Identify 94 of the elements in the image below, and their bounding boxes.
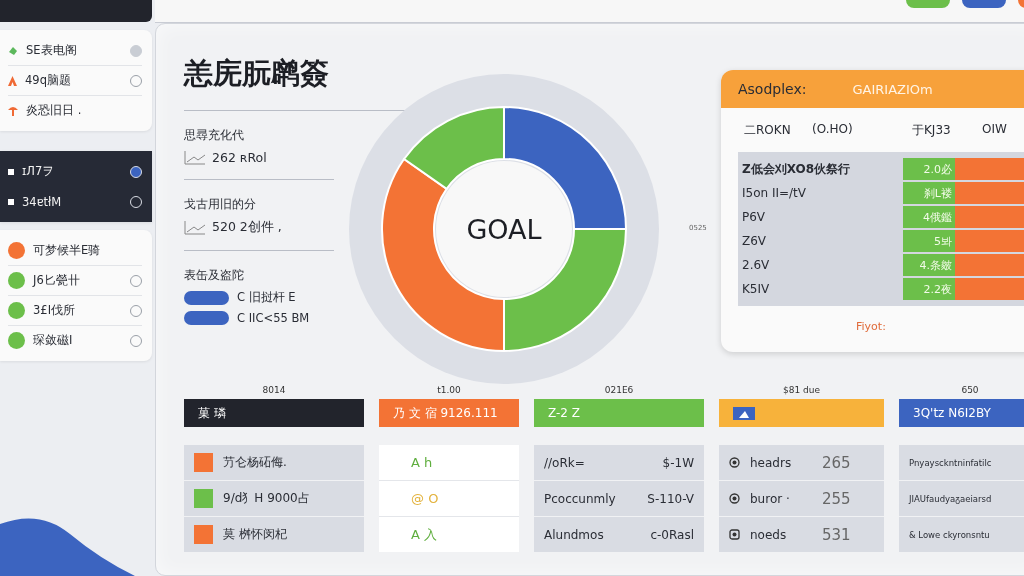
row-text: A 入 (411, 525, 438, 544)
sidebar-item[interactable]: J6匕甇卄 (8, 266, 142, 296)
item-label: J6匕甇卄 (33, 273, 81, 288)
row-text: @ O (411, 491, 439, 506)
value-cell: 刹L褛 (903, 182, 955, 204)
bar-fill (955, 254, 1024, 276)
square-icon (8, 168, 14, 175)
row-value: $-1W (662, 455, 694, 470)
bar-fill (955, 230, 1024, 252)
row-label: Z低会刈XO8伙祭行 (741, 160, 852, 178)
stat-label: 戈古用旧的分 (184, 196, 257, 213)
legend-swatch (184, 290, 229, 305)
legend-label: C IIC<55 BM (237, 311, 310, 325)
item-label: 49q脑题 (25, 73, 72, 88)
card-subtitle: GAIRIAZIOm (852, 81, 933, 97)
row-text: JIAUfaudyaᵹaeiarsd (909, 493, 992, 504)
bar-fill (955, 182, 1024, 204)
card-title: Asodplex: (738, 81, 807, 97)
row-value: c-0Rasl (650, 527, 694, 542)
column-header-bar: 菓 璘 (184, 399, 364, 427)
item-label: 可梦候半E骑 (33, 243, 102, 258)
row-text: //oRk= (544, 455, 585, 470)
value-cell: 4.条皴 (903, 254, 955, 276)
column-header-bar: 3Q'tz N6I2BY (899, 399, 1024, 427)
item-label: 34ɐtłM (22, 194, 63, 209)
row-text: headrs (750, 455, 793, 470)
column-caption: 650 (961, 385, 979, 397)
page-title: 恙庑朊䴙簽 (184, 55, 330, 92)
radio-button[interactable] (130, 44, 142, 57)
column-header: OIW (982, 122, 1008, 138)
row-value: 531 (822, 525, 851, 544)
row-text: A h (411, 455, 433, 470)
bar-fill (955, 158, 1024, 180)
sidebar-item[interactable]: ɪЛ7ヲ (8, 157, 142, 187)
legend-label: C 旧挝杆 E (237, 290, 296, 305)
column-header-bar: Z-2 Z (534, 399, 704, 427)
circle-icon (729, 529, 740, 540)
circle-icon (729, 493, 740, 504)
item-label: SE表电阁 (26, 43, 78, 58)
row-label: P6V (741, 210, 767, 224)
square-icon (8, 198, 14, 205)
value-cell: 4俄鑑 (903, 206, 955, 228)
header-button[interactable] (906, 0, 950, 8)
row-text: 9/d犭H 9000占 (223, 490, 310, 507)
value-cell: 2.0必 (903, 158, 955, 180)
row-text: & Lowe ckyronsntu (909, 529, 990, 540)
column-header: 二ROKN (744, 122, 792, 139)
stat-value: 262 ʀRol (212, 150, 267, 165)
column-caption: $81 due (783, 385, 820, 397)
row-text: noeds (750, 527, 788, 542)
row-value: S-110-V (647, 491, 694, 506)
column-caption: t1.00 (437, 385, 461, 397)
column-header: 于KJ33 (912, 122, 952, 139)
circle-icon (729, 457, 740, 468)
line-chart-icon (184, 220, 206, 235)
value-cell: 5봐 (903, 230, 955, 252)
column-header: (O.HO) (812, 122, 854, 138)
column-caption: 021E6 (604, 385, 634, 397)
sidebar-item[interactable]: 34ɐtłM (8, 187, 142, 216)
row-label: 2.6V (741, 258, 771, 272)
row-label: Z6V (741, 234, 768, 248)
sidebar-item[interactable]: 3£I伐所 (8, 296, 142, 326)
line-chart-icon (184, 150, 206, 165)
sidebar-item[interactable]: 炎恐旧日 . (8, 96, 142, 125)
column-caption: 8014 (262, 385, 286, 397)
stat-value: 520 2创件 , (212, 219, 282, 236)
donut-center-label: GOAL (466, 213, 542, 245)
row-text: Alundmos (544, 527, 604, 542)
chart-icon (733, 406, 755, 420)
stat-label: 思尋充化代 (184, 127, 245, 144)
sidebar-item[interactable]: 可梦候半E骑 (8, 236, 142, 266)
item-label: 琛敛磁I (33, 333, 74, 348)
item-label: 炎恐旧日 . (26, 103, 83, 118)
sidebar-item[interactable]: 琛敛磁I (8, 326, 142, 355)
row-label: I5on II=/tV (741, 186, 808, 200)
header-button[interactable] (962, 0, 1006, 8)
item-label: 3£I伐所 (33, 303, 77, 318)
legend-swatch (184, 311, 229, 325)
bar-fill (955, 206, 1024, 228)
legend-title: 表缶及盗陀 (184, 267, 245, 284)
sidebar-item[interactable]: SE表电阁 (8, 36, 142, 66)
row-text: 莫 桝怀闵杞 (223, 526, 287, 543)
row-text: 芀仑杨砳侮. (223, 454, 287, 471)
row-text: buror · (750, 491, 791, 506)
sidebar-item[interactable]: 49q脑题 (8, 66, 142, 96)
row-value: 255 (822, 489, 851, 508)
row-label: K5IV (741, 282, 771, 296)
row-text: Pcoccunmly (544, 491, 616, 506)
row-value: 265 (822, 453, 851, 472)
column-header-bar: 乃 文 宿 9126.111 (379, 399, 519, 427)
row-text: Pnyaysckntninfatilc (909, 457, 992, 468)
bar-fill (955, 278, 1024, 300)
item-label: ɪЛ7ヲ (22, 164, 56, 179)
value-cell: 2.2夜 (903, 278, 955, 300)
